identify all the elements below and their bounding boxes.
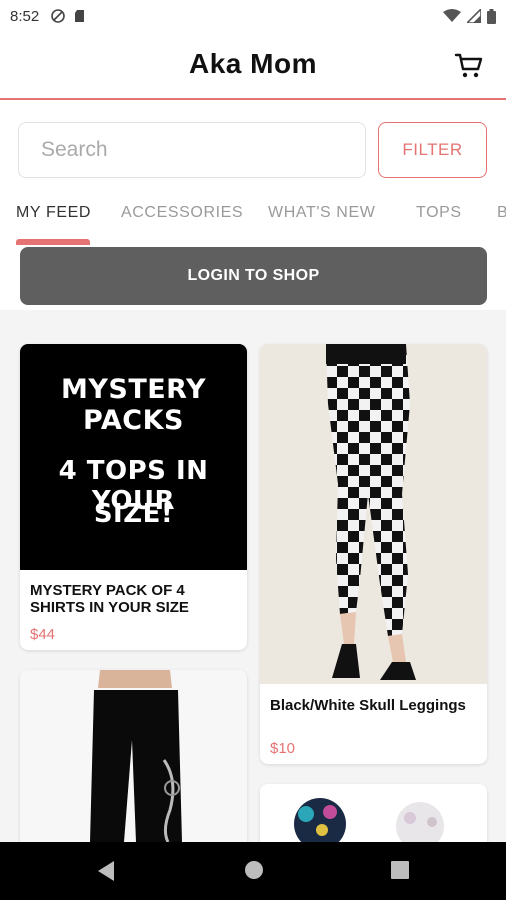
product-price: $10 [270, 740, 296, 757]
login-to-shop-button[interactable]: LOGIN TO SHOP [20, 247, 487, 305]
tab-accessories[interactable]: ACCESSORIES [121, 204, 243, 222]
image-text-line3: SIZE! [93, 499, 174, 529]
back-icon[interactable] [96, 860, 116, 882]
tab-next-partial[interactable]: B [497, 204, 506, 222]
product-image [260, 344, 487, 684]
status-bar: 8:52 [0, 0, 506, 32]
search-input[interactable]: Search [18, 122, 366, 178]
system-nav-bar [0, 842, 506, 900]
image-text-line1: MYSTERY PACKS [60, 374, 207, 436]
category-tabs: MY FEED ACCESSORIES WHAT'S NEW TOPS B [0, 204, 506, 244]
signal-icon [467, 9, 481, 23]
active-tab-indicator [16, 239, 90, 245]
tab-my-feed[interactable]: MY FEED [16, 204, 91, 222]
product-card[interactable]: Black/White Skull Leggings $10 [260, 344, 487, 764]
filter-button[interactable]: FILTER [378, 122, 487, 178]
search-panel: Search FILTER MY FEED ACCESSORIES WHAT'S… [0, 100, 506, 310]
product-card[interactable] [20, 670, 247, 870]
leggings-photo [326, 344, 416, 680]
status-time: 8:52 [10, 7, 40, 25]
recents-icon[interactable] [390, 860, 410, 880]
floral-photo [294, 798, 444, 850]
page-title: Aka Mom [189, 48, 317, 79]
wifi-icon [443, 9, 461, 22]
status-icons [443, 8, 496, 24]
cart-icon[interactable] [454, 50, 484, 80]
tab-whats-new[interactable]: WHAT'S NEW [268, 204, 375, 222]
product-image: MYSTERY PACKS 4 TOPS IN YOUR SIZE! [20, 344, 247, 570]
sd-card-icon [75, 10, 85, 22]
search-placeholder: Search [41, 138, 108, 161]
product-price: $44 [30, 626, 56, 643]
product-card[interactable]: MYSTERY PACKS 4 TOPS IN YOUR SIZE! MYSTE… [20, 344, 247, 650]
home-icon[interactable] [244, 860, 264, 880]
tab-tops[interactable]: TOPS [416, 204, 462, 222]
do-not-disturb-icon [51, 9, 66, 23]
pants-photo [90, 670, 182, 843]
product-name: Black/White Skull Leggings [270, 697, 466, 714]
product-image [20, 670, 247, 870]
battery-icon [487, 8, 496, 24]
product-name: MYSTERY PACK OF 4 SHIRTS IN YOUR SIZE [30, 582, 189, 616]
app-header: Aka Mom [0, 32, 506, 100]
